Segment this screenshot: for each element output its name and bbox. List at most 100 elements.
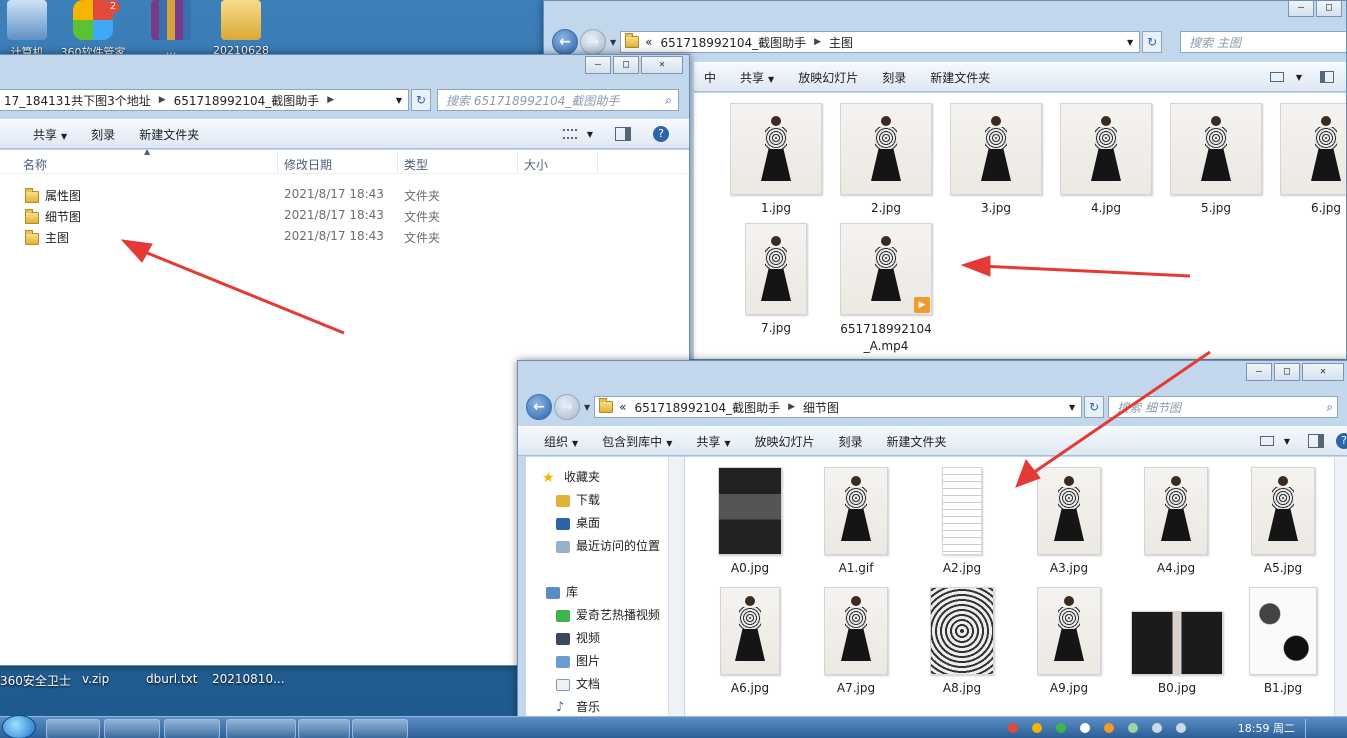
file-item[interactable]: A4.jpg bbox=[1136, 467, 1216, 575]
address-bar[interactable]: 17_184131共下图3个地址 ▶ 651718992104_截图助手 ▶ ▼ bbox=[0, 89, 409, 111]
nav-scrollbar[interactable] bbox=[668, 457, 684, 719]
new-folder-button[interactable]: 新建文件夹 bbox=[887, 433, 947, 450]
breadcrumb-item[interactable]: 651718992104_截图助手 bbox=[661, 34, 807, 51]
share-menu[interactable]: 共享 ▼ bbox=[696, 433, 730, 450]
slideshow-button[interactable]: 放映幻灯片 bbox=[755, 433, 815, 450]
view-options-icon[interactable] bbox=[1260, 436, 1274, 446]
refresh-button[interactable]: ↻ bbox=[411, 89, 431, 111]
nav-item-pictures[interactable]: 图片 bbox=[556, 651, 600, 671]
breadcrumb-item[interactable]: 651718992104_截图助手 bbox=[635, 399, 781, 416]
nav-item-downloads[interactable]: 下载 bbox=[556, 490, 600, 510]
refresh-button[interactable]: ↻ bbox=[1142, 31, 1163, 53]
breadcrumb-prefix[interactable]: « bbox=[619, 400, 626, 414]
help-icon[interactable]: ? bbox=[653, 126, 669, 142]
column-type[interactable]: 类型 bbox=[404, 156, 428, 173]
content-scrollbar[interactable] bbox=[1334, 457, 1347, 719]
desktop-icon-archive[interactable]: ... bbox=[136, 0, 206, 57]
column-size[interactable]: 大小 bbox=[524, 156, 548, 173]
file-item[interactable]: A7.jpg bbox=[816, 587, 896, 695]
search-input[interactable]: 搜索 细节图 ⌕ bbox=[1108, 396, 1339, 418]
forward-button[interactable]: → bbox=[554, 394, 580, 420]
file-item[interactable]: 5.jpg bbox=[1170, 103, 1262, 215]
tray-app-icon[interactable] bbox=[1056, 723, 1066, 733]
recent-pages-chevron-icon[interactable]: ▼ bbox=[610, 38, 616, 47]
tray-app-icon[interactable] bbox=[1032, 723, 1042, 733]
file-item[interactable]: A6.jpg bbox=[710, 587, 790, 695]
minimize-button[interactable]: — bbox=[1288, 1, 1314, 17]
nav-item-favorites[interactable]: ★ 收藏夹 bbox=[542, 467, 600, 487]
organize-menu[interactable]: 组织 ▼ bbox=[544, 433, 578, 450]
nav-item-desktop[interactable]: 桌面 bbox=[556, 513, 600, 533]
file-item[interactable]: A2.jpg bbox=[922, 467, 1002, 575]
file-item[interactable]: A3.jpg bbox=[1029, 467, 1109, 575]
search-icon[interactable]: ⌕ bbox=[665, 93, 672, 108]
maximize-button[interactable]: □ bbox=[1316, 1, 1342, 17]
taskbar-explorer-button[interactable] bbox=[164, 719, 220, 738]
breadcrumb-item[interactable]: 细节图 bbox=[803, 399, 839, 416]
video-file-item[interactable]: ▶ 651718992104_A.mp4 bbox=[840, 223, 932, 355]
preview-pane-icon[interactable] bbox=[1320, 71, 1334, 83]
back-button[interactable]: ← bbox=[526, 394, 552, 420]
volume-icon[interactable] bbox=[1176, 723, 1186, 733]
taskbar-app-button[interactable] bbox=[352, 719, 408, 738]
nav-item-iqiyi[interactable]: 爱奇艺热播视频 bbox=[556, 605, 660, 625]
close-button[interactable]: ✕ bbox=[641, 56, 683, 74]
address-bar[interactable]: « 651718992104_截图助手 ▶ 细节图 ▼ bbox=[594, 396, 1083, 418]
new-folder-button[interactable]: 新建文件夹 bbox=[139, 126, 199, 143]
burn-button[interactable]: 刻录 bbox=[882, 69, 906, 86]
maximize-button[interactable]: □ bbox=[613, 56, 639, 74]
address-bar[interactable]: « 651718992104_截图助手 ▶ 主图 ▼ bbox=[620, 31, 1141, 53]
preview-pane-icon[interactable] bbox=[615, 127, 631, 141]
address-dropdown-icon[interactable]: ▼ bbox=[1127, 38, 1133, 47]
chevron-down-icon[interactable]: ▼ bbox=[1296, 73, 1302, 82]
include-in-library-menu[interactable]: 包含到库中 ▼ bbox=[602, 433, 672, 450]
desktop-file-zip[interactable]: v.zip bbox=[82, 672, 109, 686]
nav-item-music[interactable]: ♪ 音乐 bbox=[556, 697, 600, 717]
breadcrumb-separator-icon[interactable]: ▶ bbox=[159, 95, 166, 105]
start-button[interactable] bbox=[2, 715, 36, 738]
file-item[interactable]: B1.jpg bbox=[1243, 587, 1323, 695]
desktop-icon-computer[interactable]: 计算机 bbox=[0, 0, 62, 60]
system-clock[interactable]: 18:59 周二 bbox=[1238, 720, 1295, 736]
new-folder-button[interactable]: 新建文件夹 bbox=[930, 69, 990, 86]
table-row[interactable]: 属性图 2021/8/17 18:43 文件夹 bbox=[0, 184, 689, 205]
preview-pane-icon[interactable] bbox=[1308, 434, 1324, 448]
breadcrumb-separator-icon[interactable]: ▶ bbox=[814, 37, 821, 47]
desktop-file-folder[interactable]: 20210810... bbox=[212, 672, 285, 686]
view-options-icon[interactable] bbox=[1270, 72, 1284, 82]
taskbar-app-button[interactable] bbox=[46, 719, 100, 738]
breadcrumb-separator-icon[interactable]: ▶ bbox=[327, 95, 334, 105]
file-item[interactable]: A0.jpg bbox=[710, 467, 790, 575]
show-desktop-button[interactable] bbox=[1305, 719, 1339, 738]
file-item[interactable]: 4.jpg bbox=[1060, 103, 1152, 215]
network-icon[interactable] bbox=[1152, 723, 1162, 733]
chevron-down-icon[interactable]: ▼ bbox=[587, 130, 593, 139]
maximize-button[interactable]: □ bbox=[1274, 363, 1300, 381]
nav-item-libraries[interactable]: 库 bbox=[546, 582, 578, 602]
search-input[interactable]: 搜索 651718992104_截图助手 ⌕ bbox=[437, 89, 679, 111]
menu-partial[interactable]: 中 bbox=[704, 69, 716, 86]
breadcrumb-item[interactable]: 651718992104_截图助手 bbox=[174, 92, 320, 109]
minimize-button[interactable]: — bbox=[585, 56, 611, 74]
burn-button[interactable]: 刻录 bbox=[839, 433, 863, 450]
file-item[interactable]: 3.jpg bbox=[950, 103, 1042, 215]
file-item[interactable]: 1.jpg bbox=[730, 103, 822, 215]
file-item[interactable]: A5.jpg bbox=[1243, 467, 1323, 575]
file-item[interactable]: 7.jpg bbox=[730, 223, 822, 335]
file-item[interactable]: 2.jpg bbox=[840, 103, 932, 215]
minimize-button[interactable]: — bbox=[1246, 363, 1272, 381]
nav-item-documents[interactable]: 文档 bbox=[556, 674, 600, 694]
share-menu[interactable]: 共享 ▼ bbox=[740, 69, 774, 86]
recent-pages-chevron-icon[interactable]: ▼ bbox=[584, 403, 590, 412]
table-row[interactable]: 主图 2021/8/17 18:43 文件夹 bbox=[0, 226, 689, 247]
share-menu[interactable]: 共享 ▼ bbox=[33, 126, 67, 143]
desktop-icon-folder[interactable]: 20210628 bbox=[206, 0, 276, 57]
address-dropdown-icon[interactable]: ▼ bbox=[396, 96, 402, 105]
burn-button[interactable]: 刻录 bbox=[91, 126, 115, 143]
breadcrumb-item[interactable]: 17_184131共下图3个地址 bbox=[4, 92, 151, 109]
file-item[interactable]: 6.jpg bbox=[1280, 103, 1346, 215]
search-input[interactable]: 搜索 主图 bbox=[1180, 31, 1346, 53]
file-item[interactable]: A1.gif bbox=[816, 467, 896, 575]
table-row[interactable]: 细节图 2021/8/17 18:43 文件夹 bbox=[0, 205, 689, 226]
address-dropdown-icon[interactable]: ▼ bbox=[1069, 403, 1075, 412]
